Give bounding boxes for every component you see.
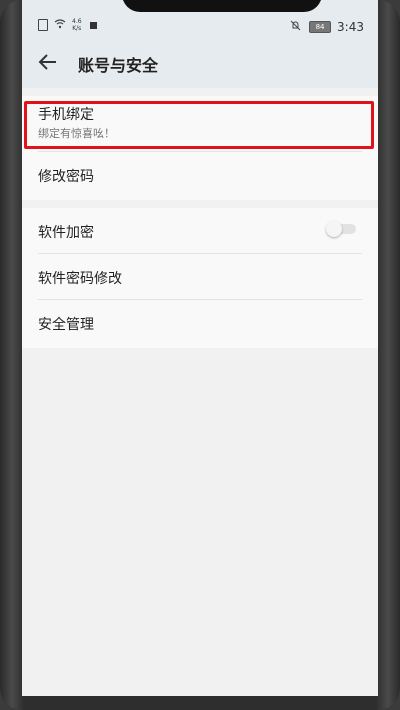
software-password-change-item[interactable]: 软件密码修改 (22, 254, 378, 300)
sim-file-icon (38, 19, 48, 31)
phone-binding-item[interactable]: 手机绑定 绑定有惊喜吆！ (22, 96, 378, 152)
network-speed: 4.6 K/s (72, 18, 82, 32)
screen: 4.6 K/s 84 3:43 账号与安全 手机绑定 绑定有惊喜吆！ 修改密码 … (22, 0, 378, 696)
status-left: 4.6 K/s (38, 18, 97, 32)
change-password-label: 修改密码 (38, 169, 94, 185)
encryption-toggle[interactable] (326, 221, 356, 237)
phone-binding-subtitle: 绑定有惊喜吆！ (38, 127, 115, 140)
status-right: 84 3:43 (290, 20, 364, 34)
settings-group-2: 软件加密 软件密码修改 安全管理 (22, 208, 378, 348)
page-title: 账号与安全 (78, 56, 159, 75)
app-bar: 账号与安全 (22, 40, 378, 88)
status-time: 3:43 (337, 20, 364, 34)
security-management-item[interactable]: 安全管理 (22, 300, 378, 346)
phone-binding-label: 手机绑定 (38, 107, 94, 123)
phone-frame: 4.6 K/s 84 3:43 账号与安全 手机绑定 绑定有惊喜吆！ 修改密码 … (0, 0, 400, 710)
back-arrow-icon[interactable] (36, 50, 60, 74)
change-password-item[interactable]: 修改密码 (22, 152, 378, 198)
bell-off-icon (290, 20, 301, 34)
software-password-change-label: 软件密码修改 (38, 271, 122, 287)
toggle-knob (326, 221, 342, 237)
notification-square-icon (89, 21, 97, 29)
camera-notch (122, 0, 322, 12)
software-encryption-item[interactable]: 软件加密 (22, 208, 378, 254)
speed-unit: K/s (72, 25, 82, 32)
software-encryption-label: 软件加密 (38, 225, 94, 241)
settings-group-1: 手机绑定 绑定有惊喜吆！ 修改密码 (22, 96, 378, 200)
wifi-icon (54, 18, 66, 32)
speed-value: 4.6 (72, 18, 82, 25)
battery-icon: 84 (309, 21, 332, 33)
security-management-label: 安全管理 (38, 317, 94, 333)
